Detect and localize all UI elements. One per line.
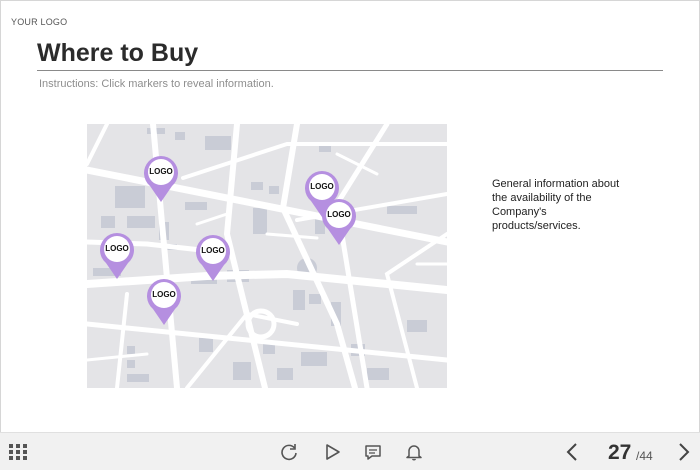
map-marker[interactable]: LOGO: [194, 234, 232, 282]
location-pin-icon: [196, 235, 230, 281]
city-map: LOGO LOGO LOGO LOGO LOGO LOGO: [87, 124, 447, 388]
next-icon: [679, 443, 690, 461]
prev-icon: [566, 443, 577, 461]
menu-grid-icon: [9, 444, 27, 460]
marker-logo-label: LOGO: [310, 182, 334, 191]
play-button[interactable]: [322, 433, 344, 470]
replay-icon: [281, 444, 297, 461]
title-divider: [37, 70, 663, 71]
marker-logo-label: LOGO: [201, 246, 225, 255]
map-marker[interactable]: LOGO: [98, 232, 136, 280]
info-text: General information about the availabili…: [492, 178, 620, 232]
page-title: Where to Buy: [37, 39, 199, 67]
play-icon: [326, 444, 340, 460]
map-illustration: [87, 124, 447, 388]
marker-logo-label: LOGO: [152, 290, 176, 299]
instructions-text: Instructions: Click markers to reveal in…: [39, 78, 274, 90]
location-pin-icon: [144, 156, 178, 202]
replay-button[interactable]: [278, 433, 300, 470]
total-pages: /44: [636, 449, 653, 463]
next-page-button[interactable]: [674, 433, 694, 470]
current-page-number: 27: [608, 441, 632, 464]
captions-icon: [365, 445, 381, 460]
notifications-button[interactable]: [403, 433, 425, 470]
previous-page-button[interactable]: [562, 433, 582, 470]
location-pin-icon: [322, 199, 356, 245]
captions-button[interactable]: [362, 433, 384, 470]
map-marker[interactable]: LOGO: [145, 278, 183, 326]
company-logo: YOUR LOGO: [11, 17, 68, 27]
marker-logo-label: LOGO: [105, 244, 129, 253]
player-control-bar: 27 /44: [0, 432, 700, 470]
map-marker[interactable]: LOGO: [320, 198, 358, 246]
bell-icon: [406, 445, 422, 461]
menu-button[interactable]: [6, 433, 30, 470]
location-pin-icon: [100, 233, 134, 279]
map-marker[interactable]: LOGO: [142, 155, 180, 203]
slide: YOUR LOGO Where to Buy Instructions: Cli…: [0, 0, 700, 432]
location-pin-icon: [147, 279, 181, 325]
marker-logo-label: LOGO: [327, 210, 351, 219]
marker-logo-label: LOGO: [149, 167, 173, 176]
